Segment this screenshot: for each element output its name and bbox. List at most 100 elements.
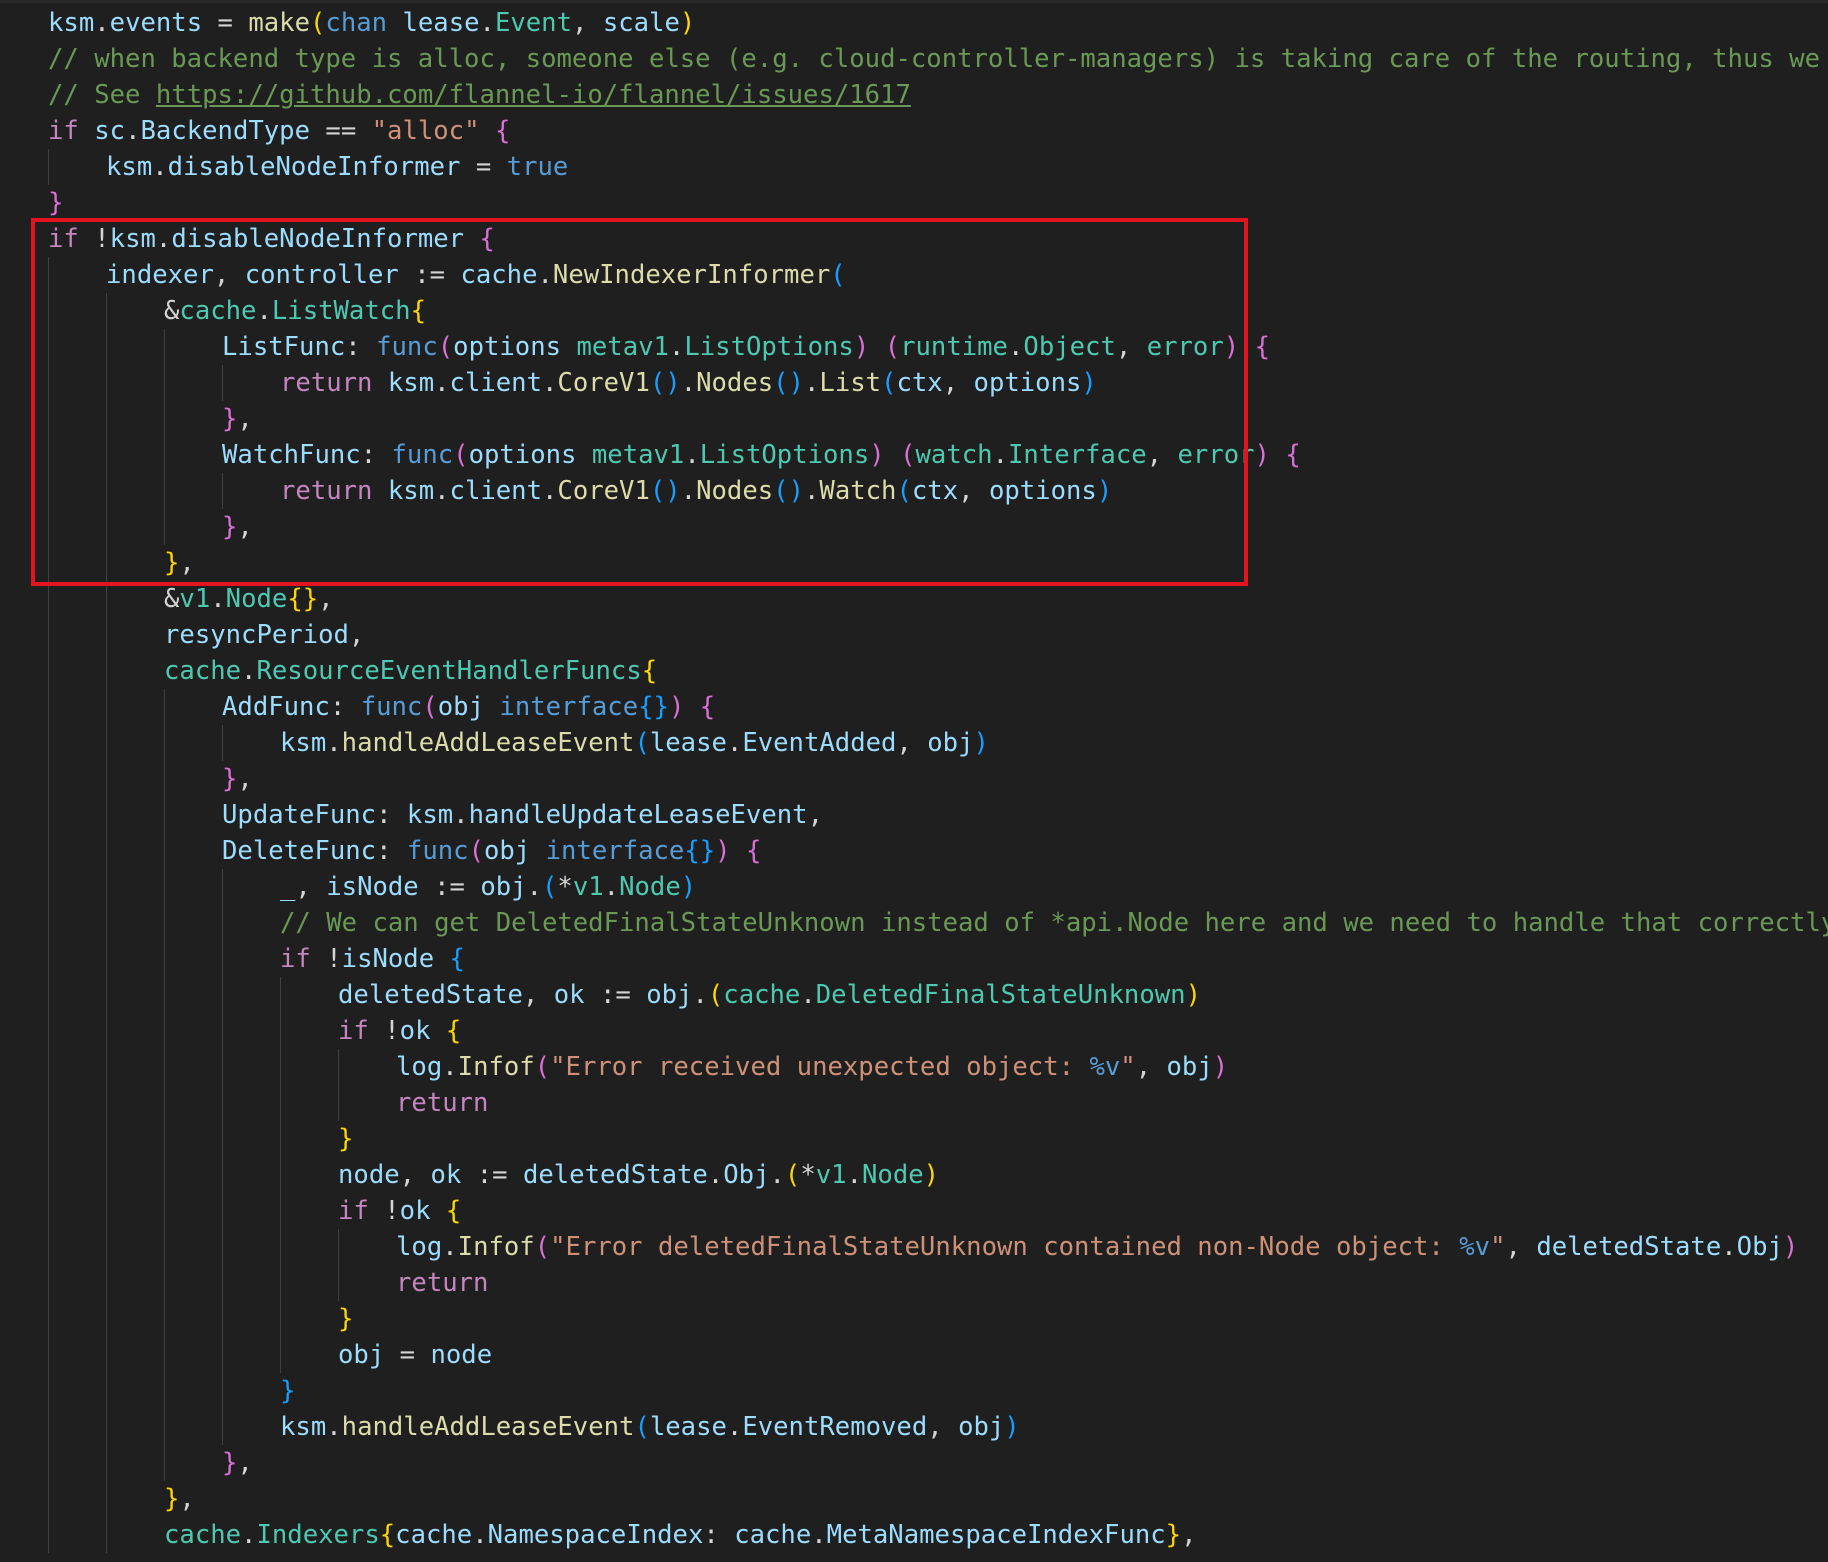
code-line[interactable]: // when backend type is alloc, someone e…	[48, 41, 1828, 77]
code-line[interactable]: if !isNode {	[48, 941, 1828, 977]
code-token: :=	[461, 1160, 523, 1190]
code-line[interactable]: ksm.events = make(chan lease.Event, scal…	[48, 5, 1828, 41]
code-token: true	[506, 152, 569, 182]
code-token: }	[280, 1376, 296, 1406]
code-line[interactable]: _, isNode := obj.(*v1.Node)	[48, 869, 1828, 905]
code-line[interactable]: &v1.Node{},	[48, 581, 1828, 617]
code-line[interactable]: return	[48, 1265, 1828, 1301]
code-editor[interactable]: ksm.events = make(chan lease.Event, scal…	[0, 0, 1828, 1562]
code-token: )	[1096, 476, 1113, 506]
code-line[interactable]: // We can get DeletedFinalStateUnknown i…	[48, 905, 1828, 941]
code-token: obj	[483, 836, 531, 866]
code-line[interactable]: }	[48, 1373, 1828, 1409]
indent-guide	[48, 1049, 49, 1085]
code-token: ,	[896, 728, 928, 758]
code-line[interactable]: },	[48, 545, 1828, 581]
code-line[interactable]: WatchFunc: func(options metav1.ListOptio…	[48, 437, 1828, 473]
code-line[interactable]: // See https://github.com/flannel-io/fla…	[48, 77, 1828, 113]
code-lines[interactable]: ksm.events = make(chan lease.Event, scal…	[48, 5, 1828, 1553]
code-line[interactable]: if !ok {	[48, 1013, 1828, 1049]
code-token: =	[460, 152, 507, 182]
code-line[interactable]: AddFunc: func(obj interface{}) {	[48, 689, 1828, 725]
code-line[interactable]: UpdateFunc: ksm.handleUpdateLeaseEvent,	[48, 797, 1828, 833]
code-line[interactable]: },	[48, 761, 1828, 797]
indent-guide	[164, 905, 165, 941]
code-line[interactable]: log.Infof("Error received unexpected obj…	[48, 1049, 1828, 1085]
code-token: (	[468, 836, 484, 866]
code-line[interactable]: cache.Indexers{cache.NamespaceIndex: cac…	[48, 1517, 1828, 1553]
code-token: )	[679, 8, 696, 38]
code-line[interactable]: ListFunc: func(options metav1.ListOption…	[48, 329, 1828, 365]
indent-guide	[106, 329, 107, 365]
indent-guide	[106, 509, 107, 545]
code-line[interactable]: if sc.BackendType == "alloc" {	[48, 113, 1828, 149]
code-token: %v	[1089, 1052, 1121, 1082]
code-line[interactable]: ksm.disableNodeInformer = true	[48, 149, 1828, 185]
indent-guide	[106, 545, 107, 581]
code-token: obj	[1166, 1052, 1213, 1082]
code-token: !	[78, 224, 110, 254]
code-line[interactable]: }	[48, 1301, 1828, 1337]
code-token: (	[453, 440, 469, 470]
code-token: options	[453, 332, 562, 362]
indent-guide	[48, 1409, 49, 1445]
code-line[interactable]: &cache.ListWatch{	[48, 293, 1828, 329]
code-line[interactable]: deletedState, ok := obj.(cache.DeletedFi…	[48, 977, 1828, 1013]
code-token: Nodes	[696, 476, 774, 506]
code-line[interactable]: indexer, controller := cache.NewIndexerI…	[48, 257, 1828, 293]
indent-guide	[48, 1265, 49, 1301]
code-token: options	[988, 476, 1097, 506]
code-token: .	[684, 440, 700, 470]
code-token: metav1	[591, 440, 685, 470]
indent-guide	[222, 1013, 223, 1049]
indent-guide	[48, 473, 49, 509]
indent-guide	[48, 1517, 49, 1553]
code-line[interactable]: if !ksm.disableNodeInformer {	[48, 221, 1828, 257]
indent-guide	[48, 833, 49, 869]
code-line[interactable]: return ksm.client.CoreV1().Nodes().Watch…	[48, 473, 1828, 509]
code-line[interactable]: cache.ResourceEventHandlerFuncs{	[48, 653, 1828, 689]
indent-guide	[164, 689, 165, 725]
indent-guide	[338, 1265, 339, 1301]
code-line[interactable]: return	[48, 1085, 1828, 1121]
indent-guide	[280, 1157, 281, 1193]
code-line[interactable]: resyncPeriod,	[48, 617, 1828, 653]
code-line[interactable]: DeleteFunc: func(obj interface{}) {	[48, 833, 1828, 869]
code-line[interactable]: return ksm.client.CoreV1().Nodes().List(…	[48, 365, 1828, 401]
indent-guide	[164, 1265, 165, 1301]
code-token: v1	[572, 872, 604, 902]
code-line[interactable]: },	[48, 1481, 1828, 1517]
code-token[interactable]: https://github.com/flannel-io/flannel/is…	[156, 80, 911, 110]
indent-guide	[164, 329, 165, 365]
indent-guide	[164, 1121, 165, 1157]
code-token: client	[449, 476, 542, 506]
indent-guide	[106, 869, 107, 905]
code-line[interactable]: if !ok {	[48, 1193, 1828, 1229]
code-token: ,	[1146, 440, 1178, 470]
code-line[interactable]: obj = node	[48, 1337, 1828, 1373]
code-token: ,	[958, 476, 989, 506]
code-token: CoreV1	[557, 476, 650, 506]
code-token: node	[430, 1340, 493, 1370]
code-token: if	[48, 116, 79, 146]
code-line[interactable]: ksm.handleAddLeaseEvent(lease.EventAdded…	[48, 725, 1828, 761]
code-line[interactable]: },	[48, 509, 1828, 545]
indent-guide	[48, 257, 49, 293]
code-token: if	[280, 944, 311, 974]
code-line[interactable]: }	[48, 1121, 1828, 1157]
code-line[interactable]: log.Infof("Error deletedFinalStateUnknow…	[48, 1229, 1828, 1265]
code-line[interactable]: }	[48, 185, 1828, 221]
code-line[interactable]: },	[48, 1445, 1828, 1481]
code-line[interactable]: ksm.handleAddLeaseEvent(lease.EventRemov…	[48, 1409, 1828, 1445]
code-line[interactable]: },	[48, 401, 1828, 437]
code-line[interactable]: node, ok := deletedState.Obj.(*v1.Node)	[48, 1157, 1828, 1193]
code-token: }	[164, 1484, 180, 1514]
code-token: ksm	[48, 8, 95, 38]
code-token: .	[326, 728, 342, 758]
code-token: deletedState	[338, 980, 523, 1010]
code-token: (	[900, 440, 916, 470]
code-token: obj	[927, 728, 974, 758]
